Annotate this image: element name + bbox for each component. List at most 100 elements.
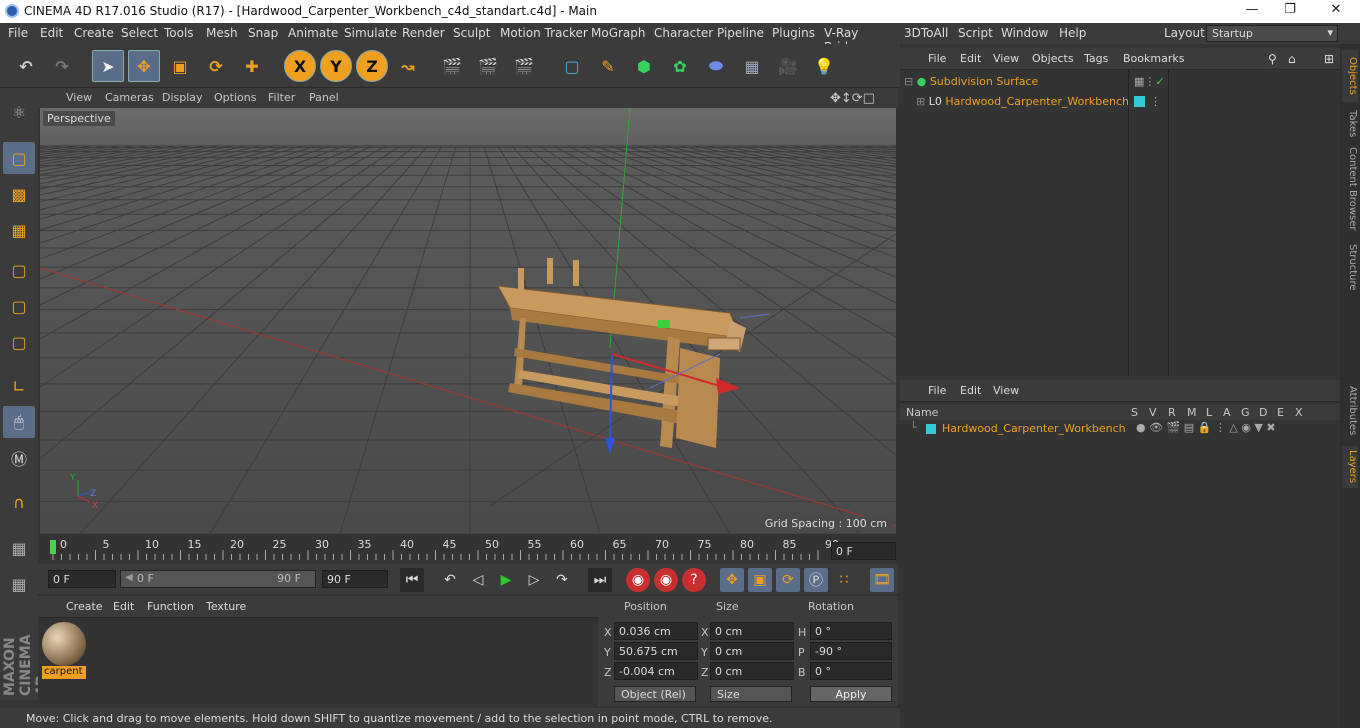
menu-edit[interactable]: Edit bbox=[40, 26, 63, 40]
menu-render[interactable]: Render bbox=[402, 26, 445, 40]
menu-pipeline[interactable]: Pipeline bbox=[717, 26, 764, 40]
menu-motion-tracker[interactable]: Motion Tracker bbox=[500, 26, 588, 40]
pos-x-field[interactable]: 0.036 cm bbox=[614, 622, 698, 640]
polygons-mode-icon[interactable]: ▢ bbox=[3, 326, 35, 358]
y-axis-lock-button[interactable]: Y bbox=[320, 50, 352, 82]
tree-row-workbench[interactable]: ⊞ L0 Hardwood_Carpenter_Workbench ⋮ bbox=[916, 95, 1336, 113]
move-tool-button[interactable]: ✥ bbox=[128, 50, 160, 82]
workplane-mode-icon[interactable]: ▦ bbox=[3, 214, 35, 246]
menu-3dtoall[interactable]: 3DToAll bbox=[904, 26, 948, 40]
play-icon[interactable]: ▶ bbox=[494, 568, 518, 592]
material-menu-function[interactable]: Function bbox=[147, 600, 194, 613]
layer-color-swatch[interactable] bbox=[1134, 96, 1145, 107]
rot-b-field[interactable]: 0 ° bbox=[810, 662, 892, 680]
col-locked[interactable]: L bbox=[1206, 406, 1212, 419]
frame-range-slider[interactable]: ◀ 0 F 90 F bbox=[120, 570, 316, 588]
autokey-icon[interactable]: ◉ bbox=[654, 568, 678, 592]
end-frame-field[interactable]: 90 F bbox=[322, 570, 388, 588]
objects-menu-view[interactable]: View bbox=[993, 52, 1019, 65]
col-animation[interactable]: A bbox=[1223, 406, 1231, 419]
make-editable-icon[interactable]: ⚛ bbox=[3, 96, 35, 128]
material-menu-create[interactable]: Create bbox=[66, 600, 103, 613]
menu-create[interactable]: Create bbox=[74, 26, 114, 40]
pos-z-field[interactable]: -0.004 cm bbox=[614, 662, 698, 680]
camera-icon[interactable]: 🎥 bbox=[772, 50, 804, 82]
pen-spline-icon[interactable]: ✎ bbox=[592, 50, 624, 82]
magnet-icon[interactable]: ∩ bbox=[3, 486, 35, 518]
undo-button[interactable]: ↶ bbox=[10, 50, 42, 82]
size-x-field[interactable]: 0 cm bbox=[710, 622, 794, 640]
perspective-viewport[interactable]: Y Z X Perspective Grid Spacing : 100 cm bbox=[40, 108, 896, 534]
coordinate-system-button[interactable]: ↝ bbox=[392, 50, 424, 82]
recent-tools-button[interactable]: ✚ bbox=[236, 50, 268, 82]
visibility-dots-icon[interactable]: ⋮ bbox=[1150, 95, 1161, 108]
object-name-workbench[interactable]: Hardwood_Carpenter_Workbench bbox=[945, 95, 1129, 108]
col-render[interactable]: R bbox=[1168, 406, 1176, 419]
menu-plugins[interactable]: Plugins bbox=[772, 26, 815, 40]
subdivision-surface-icon[interactable]: ⬢ bbox=[628, 50, 660, 82]
objects-menu-edit[interactable]: Edit bbox=[960, 52, 981, 65]
scale-tool-button[interactable]: ▣ bbox=[164, 50, 196, 82]
objects-menu-file[interactable]: File bbox=[928, 52, 946, 65]
axis-mode-icon[interactable]: ∟ bbox=[3, 370, 35, 402]
menu-mesh[interactable]: Mesh bbox=[206, 26, 238, 40]
side-tab-content-browser[interactable]: Content Browser bbox=[1342, 146, 1358, 232]
col-generators[interactable]: G bbox=[1241, 406, 1250, 419]
layers-menu-view[interactable]: View bbox=[993, 384, 1019, 397]
viewport-navigation-icon[interactable]: ✥↕⟳□ bbox=[830, 91, 875, 106]
menu-animate[interactable]: Animate bbox=[288, 26, 338, 40]
material-menu-edit[interactable]: Edit bbox=[113, 600, 134, 613]
gizmo-z-handle[interactable] bbox=[658, 320, 670, 328]
material-menu-texture[interactable]: Texture bbox=[206, 600, 246, 613]
viewport-menu-filter[interactable]: Filter bbox=[268, 91, 295, 104]
edges-mode-icon[interactable]: ▢ bbox=[3, 290, 35, 322]
tree-collapse-icon[interactable]: ⊟ bbox=[904, 75, 913, 88]
col-solo[interactable]: S bbox=[1131, 406, 1138, 419]
tree-row-subdivision-surface[interactable]: ⊟ ● Subdivision Surface ▦⋮✓ bbox=[904, 75, 1324, 93]
deformer-icon[interactable]: ⬬ bbox=[700, 50, 732, 82]
model-mode-icon[interactable]: ▢ bbox=[3, 142, 35, 174]
close-button[interactable]: ✕ bbox=[1322, 2, 1350, 20]
previous-keyframe-icon[interactable]: ↶ bbox=[438, 568, 462, 592]
layer-color-swatch[interactable] bbox=[926, 424, 936, 434]
x-axis-lock-button[interactable]: X bbox=[284, 50, 316, 82]
viewport-menu-cameras[interactable]: Cameras bbox=[105, 91, 154, 104]
object-name-subdivision-surface[interactable]: Subdivision Surface bbox=[930, 75, 1038, 88]
rotate-tool-button[interactable]: ⟳ bbox=[200, 50, 232, 82]
z-axis-lock-button[interactable]: Z bbox=[356, 50, 388, 82]
menu-select[interactable]: Select bbox=[121, 26, 158, 40]
menu-script[interactable]: Script bbox=[958, 26, 993, 40]
objects-menu-objects[interactable]: Objects bbox=[1032, 52, 1074, 65]
tree-expand-icon[interactable]: ⊞ bbox=[916, 95, 925, 108]
go-to-end-icon[interactable]: ⏭ bbox=[588, 568, 612, 592]
layer-toggle-icons[interactable]: ● 👁 🎬 ▤ 🔒 ⋮ △ ◉ ▼ ✖ bbox=[1136, 421, 1276, 434]
key-parameter-icon[interactable]: Ⓟ bbox=[804, 568, 828, 592]
snap-icon[interactable]: Ⓜ bbox=[3, 442, 35, 474]
timeline-window-icon[interactable]: 🎞 bbox=[870, 568, 894, 592]
workplane-icon[interactable]: ▦ bbox=[3, 568, 35, 600]
menu-sculpt[interactable]: Sculpt bbox=[453, 26, 490, 40]
objects-menu-tags[interactable]: Tags bbox=[1084, 52, 1108, 65]
render-view-icon[interactable]: 🎬 bbox=[436, 50, 468, 82]
texture-mode-icon[interactable]: ▩ bbox=[3, 178, 35, 210]
next-keyframe-icon[interactable]: ↷ bbox=[550, 568, 574, 592]
menu-window[interactable]: Window bbox=[1001, 26, 1048, 40]
layer-name[interactable]: Hardwood_Carpenter_Workbench bbox=[942, 422, 1126, 435]
col-xref[interactable]: X bbox=[1295, 406, 1303, 419]
menu-mograph[interactable]: MoGraph bbox=[591, 26, 646, 40]
col-deformers[interactable]: D bbox=[1259, 406, 1267, 419]
rot-h-field[interactable]: 0 ° bbox=[810, 622, 892, 640]
viewport-menu-panel[interactable]: Panel bbox=[309, 91, 339, 104]
size-y-field[interactable]: 0 cm bbox=[710, 642, 794, 660]
layer-row[interactable]: └ Hardwood_Carpenter_Workbench ● 👁 🎬 ▤ 🔒… bbox=[900, 421, 1340, 437]
cube-icon[interactable]: ▢ bbox=[556, 50, 588, 82]
col-manager[interactable]: M bbox=[1187, 406, 1197, 419]
points-mode-icon[interactable]: ▢ bbox=[3, 254, 35, 286]
col-expressions[interactable]: E bbox=[1277, 406, 1284, 419]
layers-menu-edit[interactable]: Edit bbox=[960, 384, 981, 397]
coordinate-mode-dropdown[interactable]: Object (Rel) bbox=[614, 686, 696, 702]
pos-y-field[interactable]: 50.675 cm bbox=[614, 642, 698, 660]
maximize-button[interactable]: ❐ bbox=[1276, 2, 1304, 20]
key-pla-icon[interactable]: ∷ bbox=[832, 568, 856, 592]
next-frame-icon[interactable]: ▷ bbox=[522, 568, 546, 592]
